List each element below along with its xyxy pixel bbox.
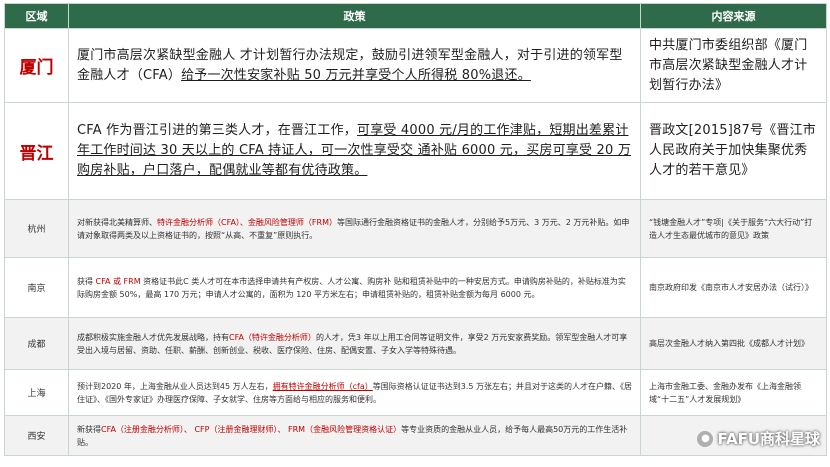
header-policy: 政策 [68,3,641,29]
policy-text: 对新获得北美精算师、 [77,217,157,227]
source-cell: 晋政文[2015]87号《晋江市人民政府关于加快集聚优秀人才的若干意见》 [640,102,827,200]
region-cell: 杭州 [4,199,69,258]
header-source: 内容来源 [640,3,827,29]
region-cell: 晋江 [4,102,69,200]
policy-text: 资格证书此C 类人才可在本市选择申请共有产权房、人才公寓、购房补 贴和租赁补贴中… [77,276,626,299]
policy-highlight: 给予一次性安家补贴 50 万元并享受个人所得税 80%退还。 [181,67,531,83]
header-region: 区域 [4,3,69,29]
policy-text: 成都积极实施金融人才优先发展战略，持有 [77,332,229,342]
policy-highlight: CFA 或 FRM [95,276,141,286]
wechat-icon: ● [697,430,714,447]
policy-cell: 预计到2020 年，上海金融从业人员达到45 万人左右，拥有特许金融分析师（cf… [68,369,641,416]
watermark: ● FAFU商科星球 [697,428,820,449]
table-row: 杭州 对新获得北美精算师、特许金融分析师（CFA）、金融风险管理师（FRM）等国… [4,199,827,258]
watermark-text: FAFU商科星球 [717,430,820,448]
table-row: 厦门 厦门市高层次紧缺型金融人 才计划暂行办法规定，鼓励引进领军型金融人，对于引… [4,28,827,103]
policy-table: 区域 政策 内容来源 厦门 厦门市高层次紧缺型金融人 才计划暂行办法规定，鼓励引… [4,3,827,456]
policy-highlight: 特许金融分析师（CFA）、金融风险管理师（FRM） [157,217,337,227]
policy-highlight: CFA（注册金融分析师）、 CFP（注册金融理财师）、 FRM（金融风险管理资格… [101,424,402,434]
table-row: 成都 成都积极实施金融人才优先发展战略，持有CFA（特许金融分析师）的人才，凭3… [4,317,827,370]
policy-highlight: CFA（特许金融分析师） [229,332,316,342]
policy-text: 预计到2020 年，上海金融从业人员达到45 万人左右， [77,381,273,391]
source-cell: 南京政府印发《南京市人才安居办法（试行）》 [640,257,827,318]
source-cell: “钱塘金融人才”专项|《关于服务“六大行动”打造人才生态最优城市的意见》政策 [640,199,827,258]
table-row: 南京 获得 CFA 或 FRM 资格证书此C 类人才可在本市选择申请共有产权房、… [4,257,827,318]
source-cell: 上海市金融工委、金融办发布《上海金融领域“十二五”人才发展规划》 [640,369,827,416]
table-header-row: 区域 政策 内容来源 [4,3,827,29]
region-cell: 南京 [4,257,69,318]
source-cell: 中共厦门市委组织部《厦门市高层次紧缺型金融人才计划暂行办法》 [640,28,827,103]
policy-cell: 新获得CFA（注册金融分析师）、 CFP（注册金融理财师）、 FRM（金融风险管… [68,415,641,456]
policy-text: 新获得 [77,424,101,434]
region-cell: 上海 [4,369,69,416]
region-cell: 成都 [4,317,69,370]
policy-cell: 成都积极实施金融人才优先发展战略，持有CFA（特许金融分析师）的人才，凭3 年以… [68,317,641,370]
policy-cell: 获得 CFA 或 FRM 资格证书此C 类人才可在本市选择申请共有产权房、人才公… [68,257,641,318]
policy-highlight: 拥有特许金融分析师（cfa） [272,381,373,391]
policy-text: CFA 作为晋江引进的第三类人才，在晋江工作， [77,123,357,138]
policy-cell: 厦门市高层次紧缺型金融人 才计划暂行办法规定，鼓励引进领军型金融人，对于引进的领… [68,28,641,103]
policy-text: 获得 [77,276,96,286]
table-row: 上海 预计到2020 年，上海金融从业人员达到45 万人左右，拥有特许金融分析师… [4,369,827,416]
source-cell: 高层次金融人才纳入第四批《成都人才计划》 [640,317,827,370]
region-cell: 西安 [4,415,69,456]
policy-cell: CFA 作为晋江引进的第三类人才，在晋江工作，可享受 4000 元/月的工作津贴… [68,102,641,200]
policy-cell: 对新获得北美精算师、特许金融分析师（CFA）、金融风险管理师（FRM）等国际通行… [68,199,641,258]
table-row: 晋江 CFA 作为晋江引进的第三类人才，在晋江工作，可享受 4000 元/月的工… [4,102,827,200]
region-cell: 厦门 [4,28,69,103]
